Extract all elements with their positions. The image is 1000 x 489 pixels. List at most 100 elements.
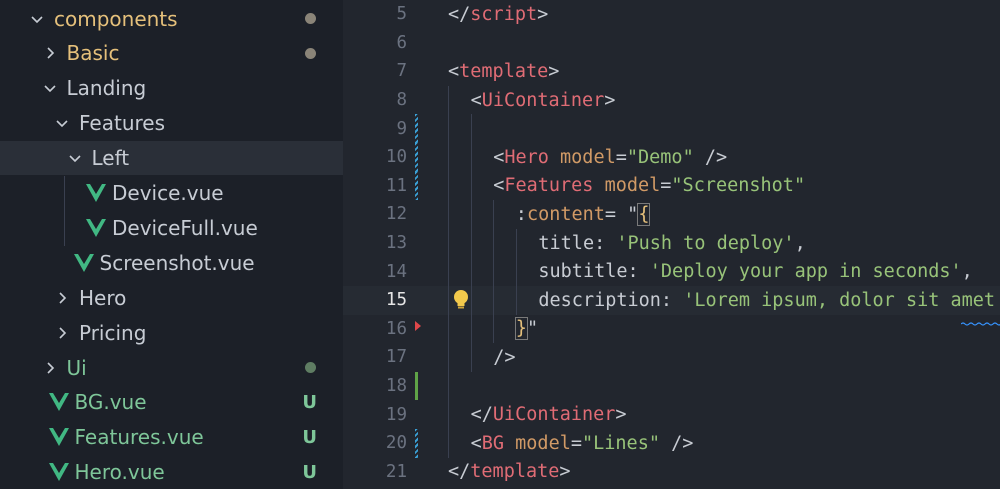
punctuation-token: > — [537, 3, 549, 25]
git-untracked-badge: U — [302, 461, 317, 483]
vue-file-icon — [86, 218, 106, 237]
explorer-item-label: Hero.vue — [74, 460, 165, 485]
punctuation-token: title: — [538, 232, 617, 254]
code-line[interactable]: 13 title: 'Push to deploy', — [343, 229, 1000, 258]
chevron-right-icon[interactable] — [51, 287, 73, 309]
code-line[interactable]: 5 </script> — [343, 0, 1000, 29]
attribute-token: content — [526, 203, 605, 225]
folder-item-landing[interactable]: Landing — [0, 71, 343, 105]
git-untracked-badge: U — [302, 426, 317, 448]
git-untracked-badge: U — [302, 391, 317, 413]
punctuation-token: </ — [448, 3, 471, 25]
chevron-down-icon[interactable] — [51, 112, 73, 134]
tag-token: template — [459, 60, 549, 82]
folder-item-ui[interactable]: Ui — [0, 351, 343, 385]
modified-line-marker[interactable] — [415, 429, 418, 458]
folder-item-left[interactable]: Left — [0, 141, 343, 176]
line-number: 6 — [396, 32, 407, 53]
folder-item-pricing[interactable]: Pricing — [0, 316, 343, 350]
line-number: 19 — [385, 404, 407, 425]
explorer-item-label: Left — [91, 146, 130, 171]
punctuation-token: < — [493, 175, 505, 197]
explorer-item-label: Pricing — [79, 320, 147, 345]
code-text: description: 'Lorem ipsum, dolor sit ame… — [538, 290, 995, 311]
code-text: </UiContainer> — [471, 404, 627, 425]
tag-token: UiContainer — [481, 89, 605, 111]
chevron-right-icon[interactable] — [39, 42, 61, 64]
folder-item-basic[interactable]: Basic — [0, 36, 343, 70]
modified-line-marker[interactable] — [415, 114, 418, 143]
lightbulb-icon[interactable] — [451, 289, 471, 316]
code-line[interactable]: 8 <UiContainer> — [343, 86, 1000, 115]
chevron-down-icon[interactable] — [26, 8, 48, 30]
attribute-token: model — [604, 175, 661, 197]
code-line[interactable]: 14 subtitle: 'Deploy your app in seconds'… — [343, 257, 1000, 286]
punctuation-token: = — [570, 432, 582, 454]
code-line[interactable]: 6 — [343, 29, 1000, 58]
chevron-right-icon[interactable] — [51, 322, 73, 344]
code-text: }" — [514, 317, 538, 341]
line-number: 21 — [385, 461, 407, 482]
punctuation-token: > — [604, 89, 616, 111]
chevron-down-icon[interactable] — [39, 77, 61, 99]
indent-guide — [471, 114, 472, 372]
file-item-hero-vue[interactable]: Hero.vue U — [0, 455, 343, 489]
code-line[interactable]: 18 — [343, 371, 1000, 401]
git-status-dot — [305, 47, 316, 59]
punctuation-token: , — [794, 232, 806, 254]
code-line[interactable]: 9 — [343, 114, 1000, 143]
code-line[interactable]: 20 <BG model="Lines" /> — [343, 429, 1000, 458]
indent-guide — [493, 200, 494, 344]
file-item-devicefull-vue[interactable]: DeviceFull.vue — [0, 211, 343, 245]
chevron-down-icon[interactable] — [64, 147, 86, 169]
string-token: 'Push to deploy' — [616, 232, 795, 254]
code-line[interactable]: 19 </UiContainer> — [343, 400, 1000, 429]
code-text: <template> — [448, 61, 559, 82]
explorer-item-label: Features.vue — [74, 425, 204, 450]
code-line[interactable]: 11 <Features model="Screenshot" — [343, 171, 1000, 201]
vue-file-icon — [48, 463, 69, 482]
code-line[interactable]: 10 <Hero model="Demo" /> — [343, 143, 1000, 172]
tree-indent-guide — [64, 176, 65, 246]
file-item-bg-vue[interactable]: BG.vue U — [0, 385, 343, 419]
vue-file-icon — [86, 184, 106, 202]
code-line[interactable]: 15 description: 'Lorem ipsum, dolor sit a… — [343, 286, 1000, 315]
tag-token: Features — [504, 175, 594, 197]
code-line[interactable]: 21 </template> — [343, 458, 1000, 487]
deleted-line-marker[interactable] — [415, 320, 421, 331]
indent-guide — [448, 85, 449, 458]
code-line[interactable]: 7 <template> — [343, 57, 1000, 86]
file-item-device-vue[interactable]: Device.vue — [0, 176, 343, 210]
folder-item-components[interactable]: components — [0, 2, 343, 36]
vue-file-icon — [73, 253, 94, 272]
code-line[interactable]: 17 /> — [343, 343, 1000, 372]
folder-item-features[interactable]: Features — [0, 106, 343, 140]
string-token: 'Lorem ipsum, dolor sit amet — [683, 289, 996, 311]
code-line[interactable]: 16}" — [343, 315, 1000, 344]
code-text: title: 'Push to deploy', — [538, 233, 805, 254]
code-text: </template> — [448, 461, 571, 482]
code-text: subtitle: 'Deploy your app in seconds', — [538, 261, 972, 282]
explorer-item-label: DeviceFull.vue — [112, 215, 258, 240]
folder-item-hero[interactable]: Hero — [0, 281, 343, 315]
punctuation-token: = — [615, 146, 627, 168]
vue-file-icon — [48, 393, 69, 412]
file-item-screenshot-vue[interactable]: Screenshot.vue — [0, 246, 343, 280]
code-editor[interactable]: 5 </script> 6 7 <template> 8 <UiContainer> 9 10 <… — [343, 0, 1000, 489]
punctuation-token: < — [470, 89, 482, 111]
code-text: <UiContainer> — [471, 90, 616, 111]
line-number: 17 — [385, 347, 407, 368]
added-line-marker[interactable] — [415, 371, 418, 401]
string-token: "Screenshot" — [671, 175, 806, 197]
chevron-right-icon[interactable] — [39, 357, 61, 379]
line-number: 5 — [396, 4, 407, 25]
bracket-token: { — [637, 202, 651, 226]
modified-line-marker[interactable] — [415, 171, 418, 201]
code-line[interactable]: 12:content= "{ — [343, 200, 1000, 229]
punctuation-token: < — [448, 60, 460, 82]
code-text: :content= "{ — [516, 202, 651, 226]
explorer-item-label: Screenshot.vue — [99, 250, 255, 275]
modified-line-marker[interactable] — [415, 143, 418, 172]
file-item-features-vue[interactable]: Features.vue U — [0, 420, 343, 454]
tag-token: script — [470, 3, 538, 25]
